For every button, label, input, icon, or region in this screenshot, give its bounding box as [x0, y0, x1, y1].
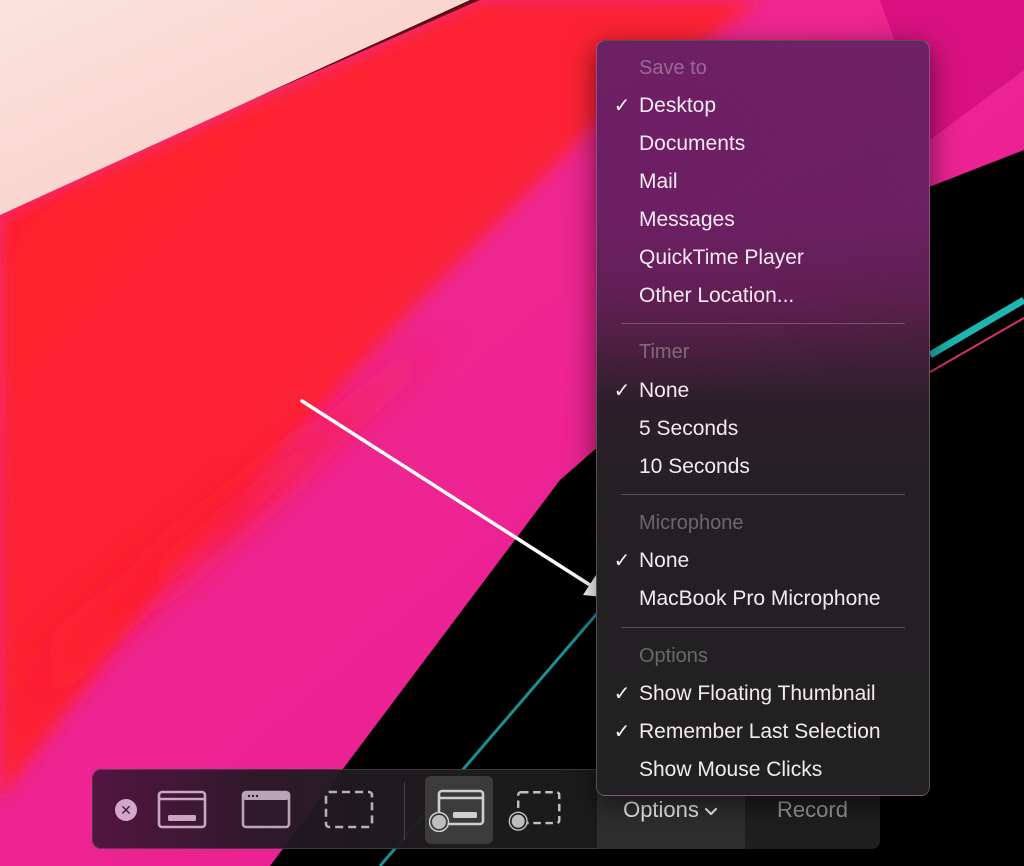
menu-item-label: Remember Last Selection — [639, 720, 881, 743]
record-entire-screen-button[interactable] — [425, 776, 493, 844]
menu-item-show-floating-thumbnail[interactable]: ✓ Show Floating Thumbnail — [597, 675, 929, 713]
menu-item-documents[interactable]: Documents — [597, 125, 929, 163]
menu-item-macbook-pro-microphone[interactable]: MacBook Pro Microphone — [597, 580, 929, 618]
menu-item-label: Show Mouse Clicks — [639, 758, 823, 781]
menu-item-label: Desktop — [639, 94, 717, 117]
menu-section-header-timer: Timer — [639, 341, 690, 363]
menu-item-label: Mail — [639, 170, 678, 193]
checkmark-icon: ✓ — [613, 721, 631, 743]
close-toolbar-button[interactable]: ✕ — [115, 799, 137, 821]
menu-separator — [621, 627, 905, 628]
screen-icon — [157, 790, 207, 829]
capture-selected-window-button[interactable] — [239, 782, 295, 838]
menu-item-quicktime-player[interactable]: QuickTime Player — [597, 239, 929, 277]
chevron-down-icon — [704, 807, 718, 816]
toolbar-divider — [404, 782, 405, 840]
menu-separator — [621, 494, 905, 495]
menu-item-mail[interactable]: Mail — [597, 163, 929, 201]
options-dropdown-menu: Save to ✓ Desktop Documents Mail Message… — [596, 40, 930, 796]
menu-separator — [621, 323, 905, 324]
menu-item-timer-none[interactable]: ✓ None — [597, 372, 929, 410]
menu-item-timer-5-seconds[interactable]: 5 Seconds — [597, 410, 929, 448]
checkmark-icon: ✓ — [613, 550, 631, 572]
menu-section-header-microphone: Microphone — [639, 512, 744, 534]
menu-item-label: Other Location... — [639, 284, 795, 307]
window-icon — [241, 790, 291, 829]
menu-item-label: MacBook Pro Microphone — [639, 587, 881, 610]
menu-item-label: 5 Seconds — [639, 417, 739, 440]
checkmark-icon: ✓ — [613, 683, 631, 705]
checkmark-icon: ✓ — [613, 380, 631, 402]
record-screen-icon — [429, 789, 485, 832]
capture-entire-screen-button[interactable] — [155, 782, 211, 838]
menu-item-label: Show Floating Thumbnail — [639, 682, 876, 705]
menu-item-messages[interactable]: Messages — [597, 201, 929, 239]
menu-section-header-options: Options — [639, 645, 708, 667]
menu-item-microphone-none[interactable]: ✓ None — [597, 542, 929, 580]
record-selection-icon — [508, 791, 561, 831]
record-selected-portion-button[interactable] — [507, 782, 563, 838]
capture-selected-portion-button[interactable] — [322, 782, 378, 838]
menu-item-label: QuickTime Player — [639, 246, 804, 269]
menu-item-label: None — [639, 379, 690, 402]
menu-item-remember-last-selection[interactable]: ✓ Remember Last Selection — [597, 713, 929, 751]
menu-item-other-location[interactable]: Other Location... — [597, 277, 929, 315]
dashed-selection-icon — [324, 790, 374, 829]
checkmark-icon: ✓ — [613, 95, 631, 117]
record-label: Record — [777, 797, 848, 822]
options-label: Options — [623, 797, 699, 822]
menu-item-show-mouse-clicks[interactable]: Show Mouse Clicks — [597, 751, 929, 789]
close-icon: ✕ — [120, 802, 132, 818]
menu-item-label: Messages — [639, 208, 735, 231]
menu-item-desktop[interactable]: ✓ Desktop — [597, 87, 929, 125]
menu-item-label: None — [639, 549, 690, 572]
menu-section-header-save-to: Save to — [639, 57, 707, 79]
menu-item-label: 10 Seconds — [639, 455, 750, 478]
menu-item-label: Documents — [639, 132, 746, 155]
menu-item-timer-10-seconds[interactable]: 10 Seconds — [597, 448, 929, 486]
